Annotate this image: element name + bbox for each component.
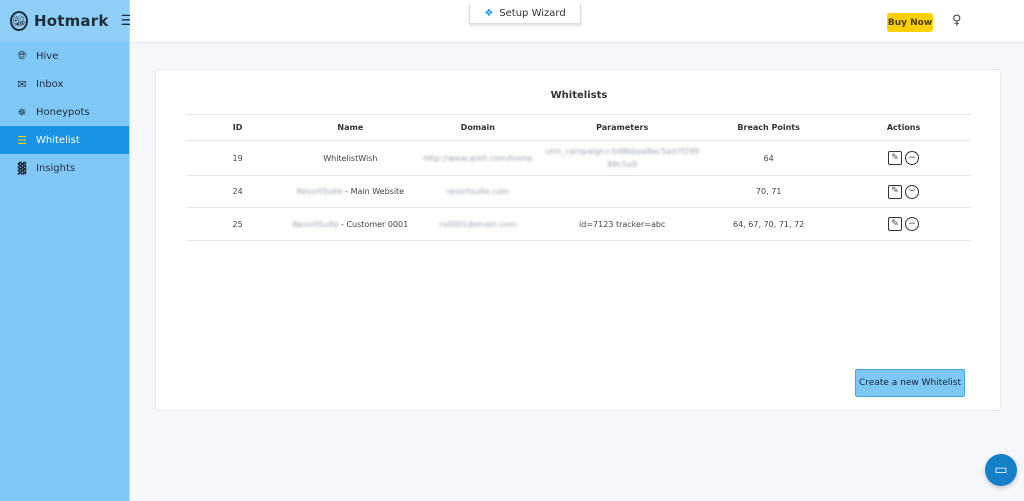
sidebar-item-insights[interactable]: ▓ Insights: [0, 154, 129, 182]
cell-domain: rs0001domain.com: [412, 207, 544, 241]
table-row: 25 ResortSuite - Customer 0001 rs0001dom…: [187, 207, 971, 241]
remove-icon[interactable]: −: [905, 151, 920, 166]
column-header-name: Name: [288, 114, 413, 141]
buy-now-button[interactable]: Buy Now: [887, 13, 933, 32]
cell-name: ResortSuite - Main Website: [288, 175, 413, 208]
cell-breach-points: 64, 67, 70, 71, 72: [701, 207, 837, 241]
cell-parameters: utm_campaign=5d8bbea9ec5ad7f29989c5a9: [543, 140, 702, 176]
chat-icon[interactable]: ▭: [985, 454, 1017, 486]
bee-icon: ✵: [17, 105, 27, 119]
edit-icon[interactable]: ✎: [888, 184, 903, 199]
setup-wizard-label: Setup Wizard: [499, 8, 566, 19]
cell-actions: ✎ −: [836, 140, 971, 176]
edit-icon[interactable]: ✎: [888, 151, 903, 166]
cell-id: 25: [187, 207, 289, 241]
name-visible-part: - Main Website: [342, 187, 405, 196]
setup-wizard-button[interactable]: ❖ Setup Wizard: [469, 4, 581, 24]
create-whitelist-button[interactable]: Create a new Whitelist: [855, 369, 965, 397]
cell-actions: ✎ −: [836, 175, 971, 208]
table-header-row: ID Name Domain Parameters Breach Points …: [187, 114, 971, 141]
cell-name: ResortSuite - Customer 0001: [288, 207, 413, 241]
cell-id: 19: [187, 140, 289, 176]
name-blurred-part: ResortSuite: [292, 219, 339, 229]
sidebar-item-label: Insights: [36, 162, 76, 174]
column-header-domain: Domain: [412, 114, 544, 141]
sidebar-nav: 🌐︎ Hive ✉︎ Inbox ✵ Honeypots ☰ Whitelist…: [0, 42, 129, 182]
page-title: Whitelists: [550, 90, 608, 101]
whitelists-card: Whitelists ID Name Domain Parameters Bre…: [155, 69, 1001, 411]
whitelist-table: ID Name Domain Parameters Breach Points …: [187, 114, 971, 241]
cell-domain: http://www.wish.com/home: [412, 140, 544, 176]
remove-icon[interactable]: −: [905, 184, 920, 199]
globe-icon: 🌐︎: [17, 49, 27, 62]
chart-icon: ▓: [17, 161, 27, 175]
name-blurred-part: ResortSuite: [296, 187, 343, 196]
column-header-actions: Actions: [836, 114, 971, 141]
wizard-icon: ❖: [484, 8, 494, 19]
top-bar: ❖ Setup Wizard Buy Now ♀︎: [130, 0, 1024, 43]
brand-name: Hotmark: [33, 12, 109, 30]
name-visible-part: - Customer 0001: [338, 219, 409, 229]
table-row: 24 ResortSuite - Main Website resortsuit…: [187, 175, 971, 208]
cell-breach-points: 64: [701, 140, 837, 176]
cell-parameters: id=7123 tracker=abc: [543, 207, 702, 241]
sidebar-item-hive[interactable]: 🌐︎ Hive: [0, 42, 129, 70]
remove-icon[interactable]: −: [905, 217, 920, 232]
brand: 🐝︎ Hotmark ☰: [0, 0, 133, 42]
cell-id: 24: [187, 175, 289, 208]
sidebar-item-whitelist[interactable]: ☰ Whitelist: [0, 126, 129, 154]
cell-parameters: [543, 175, 702, 208]
mail-icon: ✉︎: [17, 77, 27, 91]
sidebar-item-honeypots[interactable]: ✵ Honeypots: [0, 98, 129, 126]
table-row: 19 WhitelistWish http://www.wish.com/hom…: [187, 140, 971, 176]
sidebar-item-label: Honeypots: [36, 106, 90, 118]
cell-breach-points: 70, 71: [701, 175, 837, 208]
list-icon: ☰: [17, 133, 27, 147]
column-header-breach-points: Breach Points: [701, 114, 837, 141]
sidebar-item-label: Whitelist: [36, 134, 80, 146]
sidebar-item-label: Hive: [36, 50, 59, 62]
sidebar-item-label: Inbox: [36, 78, 64, 90]
column-header-parameters: Parameters: [543, 114, 702, 141]
user-icon[interactable]: ♀︎: [952, 13, 962, 28]
sidebar: 🐝︎ Hotmark ☰ 🌐︎ Hive ✉︎ Inbox ✵ Honeypot…: [0, 0, 133, 501]
column-header-id: ID: [187, 114, 289, 141]
bee-icon: 🐝︎: [10, 11, 28, 31]
cell-domain: resortsuite.com: [412, 175, 544, 208]
sidebar-item-inbox[interactable]: ✉︎ Inbox: [0, 70, 129, 98]
cell-name: WhitelistWish: [288, 140, 413, 176]
edit-icon[interactable]: ✎: [888, 217, 903, 232]
cell-actions: ✎ −: [836, 207, 971, 241]
